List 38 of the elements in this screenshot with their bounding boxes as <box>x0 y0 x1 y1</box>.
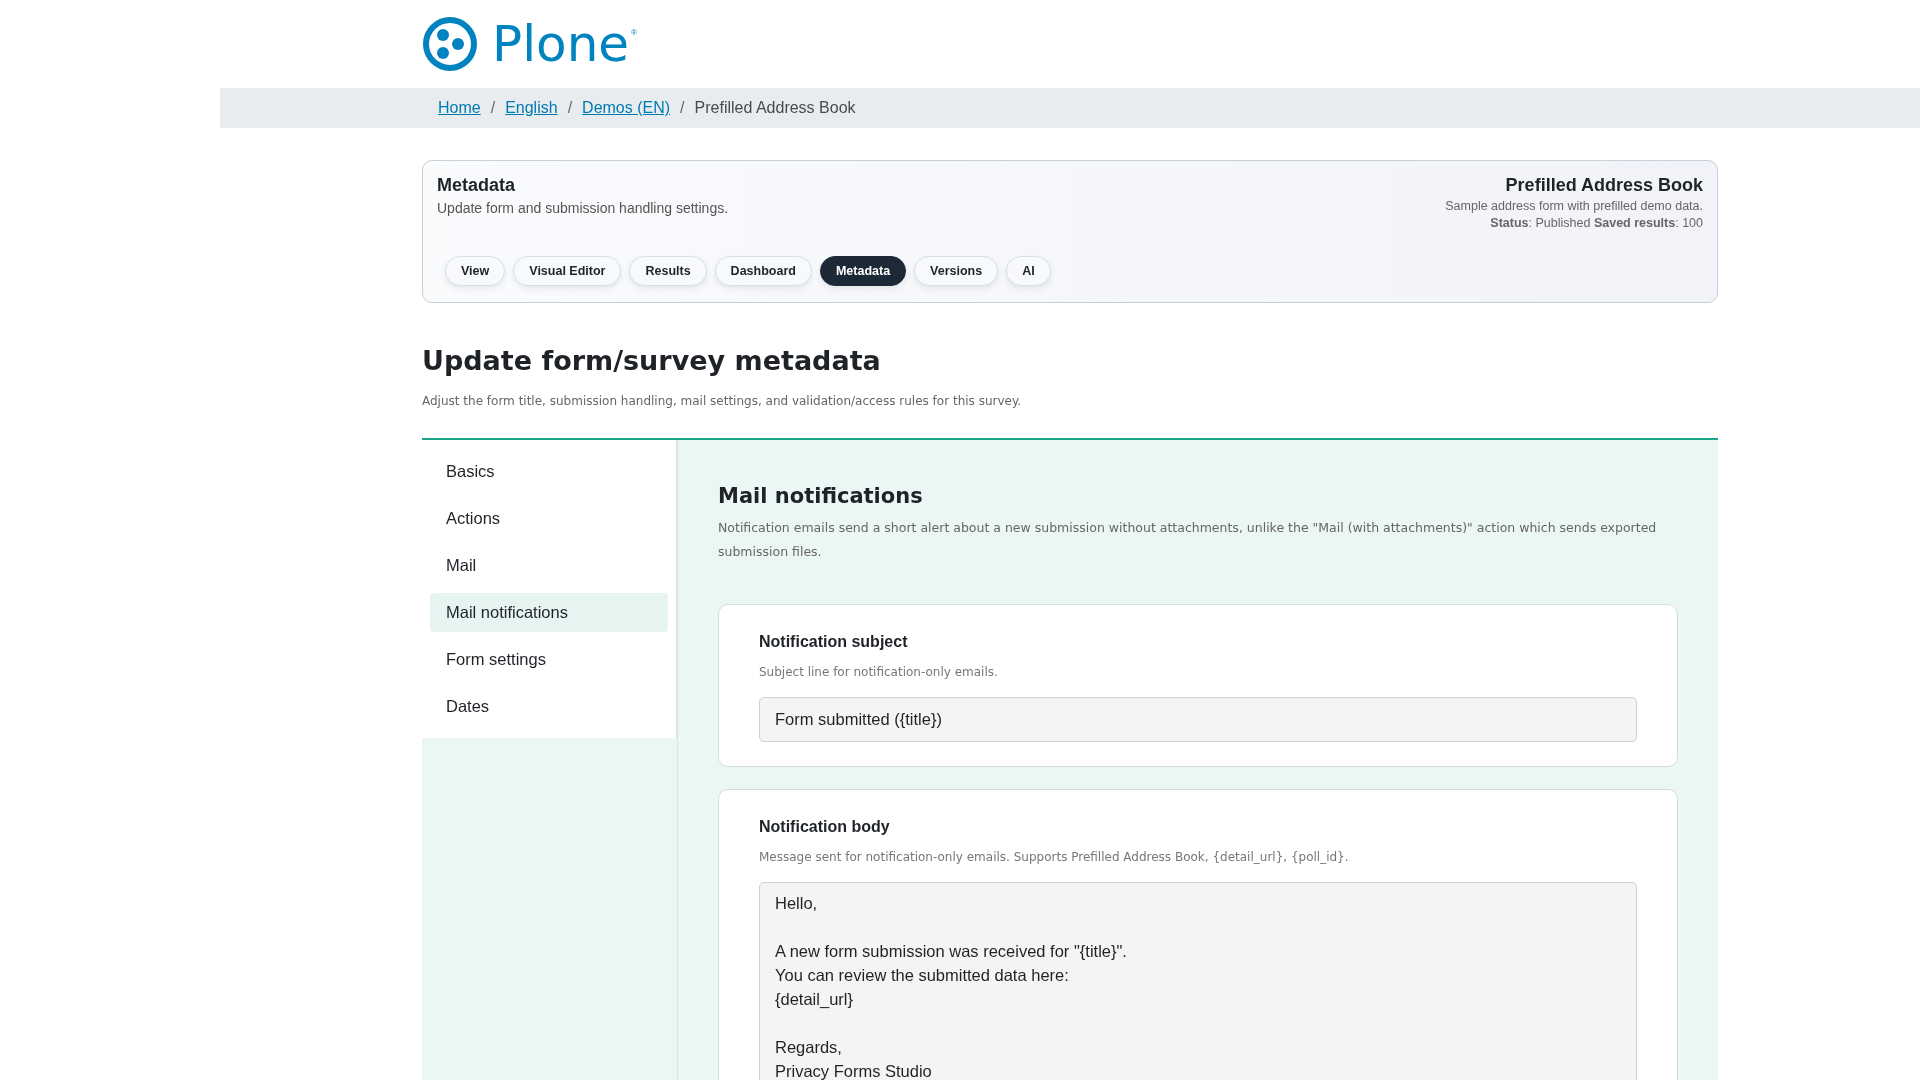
section-title: Mail notifications <box>718 484 924 508</box>
breadcrumb-separator: / <box>567 99 573 117</box>
body-textarea[interactable]: Hello, A new form submission was received for "{title}". You can review the submitted data here: {detail_url} Regards, Privacy Forms Studio <box>759 882 1637 1080</box>
tab[interactable]: Visual Editor <box>513 256 622 286</box>
sidebar-item[interactable]: Mail notifications <box>430 593 668 632</box>
subject-input[interactable]: Form submitted ({title}) <box>759 697 1637 742</box>
field-help: Message sent for notification-only emails. Supports Prefilled Address Book, {detail_url}, {poll_id}. <box>759 850 1350 864</box>
tab[interactable]: AI <box>1006 256 1051 286</box>
page-title: Update form/survey metadata <box>422 345 882 376</box>
breadcrumb-separator: / <box>490 99 496 117</box>
breadcrumb-link[interactable]: Home <box>438 99 481 117</box>
field-help: Subject line for notification-only emails. <box>759 665 999 679</box>
tab[interactable]: Results <box>629 256 707 286</box>
sidebar-item[interactable]: Dates <box>430 687 668 726</box>
logo-text: Plone <box>492 19 630 69</box>
breadcrumb-link[interactable]: Demos (EN) <box>582 99 671 117</box>
breadcrumb-current: Prefilled Address Book <box>694 99 856 117</box>
tab[interactable]: View <box>445 256 506 286</box>
breadcrumb-separator: / <box>680 99 685 117</box>
page-description: Adjust the form title, submission handling, mail settings, and validation/access rules for this survey. <box>422 394 1023 408</box>
sidebar-item[interactable]: Actions <box>430 499 668 538</box>
logo-icon <box>422 16 478 72</box>
sidebar-item[interactable]: Basics <box>430 452 668 491</box>
registered-mark: ® <box>631 28 637 37</box>
form-status: Status: Published Saved results: 100 <box>1490 216 1703 230</box>
tab[interactable]: Metadata <box>819 256 907 286</box>
sidebar-item[interactable]: Mail <box>430 546 668 585</box>
section-description: Notification emails send a short alert about a new submission without attachments, unlike the "Mail (with attachments)" action which sends exported submission files. <box>718 519 1658 561</box>
form-title: Prefilled Address Book <box>1505 175 1703 196</box>
breadcrumb-link[interactable]: English <box>505 99 558 117</box>
header-subtitle: Update form and submission handling settings. <box>437 200 729 216</box>
form-description: Sample address form with prefilled demo data. <box>1445 199 1703 213</box>
field-label: Notification subject <box>759 633 909 651</box>
tab[interactable]: Dashboard <box>714 256 812 286</box>
header-title: Metadata <box>437 175 517 196</box>
tab[interactable]: Versions <box>914 256 999 286</box>
sidebar-item[interactable]: Form settings <box>430 640 668 679</box>
field-label: Notification body <box>759 818 891 836</box>
